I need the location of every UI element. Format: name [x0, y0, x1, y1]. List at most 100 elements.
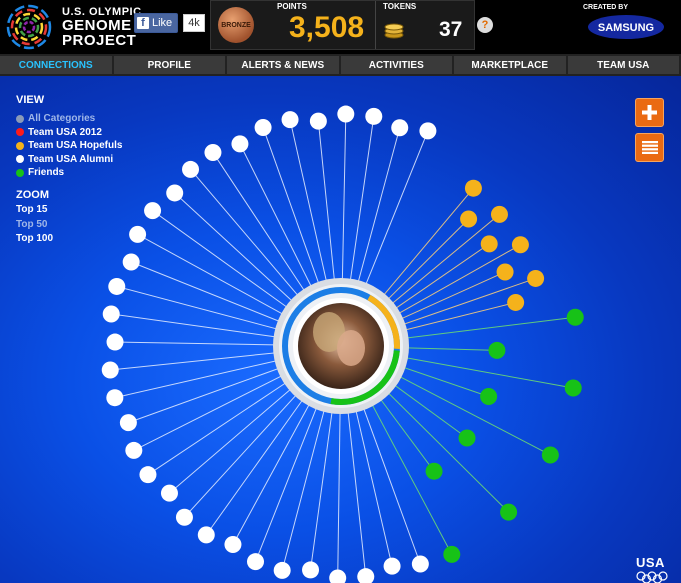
points-label: POINTS	[277, 2, 307, 11]
friend-connection-node[interactable]	[566, 308, 584, 326]
friend-connection-node[interactable]	[458, 429, 476, 447]
category-label: Team USA Hopefuls	[28, 140, 123, 152]
facebook-like: f Like 4k	[134, 13, 205, 33]
hopeful-connection-node[interactable]	[511, 236, 529, 254]
alumni-connection-node[interactable]	[106, 389, 124, 407]
alumni-connection-node[interactable]	[204, 144, 222, 162]
hopeful-connection-node[interactable]	[460, 210, 478, 228]
connection-line	[262, 127, 320, 285]
samsung-logo[interactable]: SAMSUNG	[587, 14, 665, 40]
alumni-connection-node[interactable]	[411, 555, 429, 573]
list-button[interactable]	[635, 133, 664, 162]
zoom-option[interactable]: Top 100	[16, 232, 122, 247]
friend-connection-node[interactable]	[425, 462, 443, 480]
connection-line	[114, 360, 277, 399]
alumni-connection-node[interactable]	[383, 557, 401, 575]
nav-tab-activities[interactable]: ACTIVITIES	[340, 56, 452, 74]
brand-line-2: GENOME	[62, 17, 132, 34]
nav-tab-alerts-news[interactable]: ALERTS & NEWS	[227, 56, 339, 74]
hopeful-connection-node[interactable]	[464, 179, 482, 197]
nav-tab-marketplace[interactable]: MARKETPLACE	[454, 56, 566, 74]
alumni-connection-node[interactable]	[106, 333, 124, 351]
category-filter-item[interactable]: All Categories	[16, 112, 122, 126]
alumni-connection-node[interactable]	[281, 111, 299, 129]
zoom-option[interactable]: Top 50	[16, 217, 122, 232]
connection-line	[128, 367, 280, 424]
category-label: Team USA 2012	[28, 126, 102, 138]
category-filter-item[interactable]: Friends	[16, 166, 122, 180]
category-filter-item[interactable]: Team USA Alumni	[16, 153, 122, 167]
main-nav: CONNECTIONS PROFILE ALERTS & NEWS ACTIVITIE…	[0, 54, 681, 76]
friend-connection-node[interactable]	[500, 503, 518, 521]
category-filter-item[interactable]: Team USA Hopefuls	[16, 139, 122, 153]
friend-connection-node[interactable]	[488, 341, 506, 359]
facebook-like-button[interactable]: f Like	[134, 13, 179, 33]
friend-connection-node[interactable]	[564, 379, 582, 397]
hopeful-connection-node[interactable]	[507, 293, 525, 311]
alumni-connection-node[interactable]	[365, 107, 383, 125]
alumni-connection-node[interactable]	[197, 526, 215, 544]
category-color-dot	[16, 141, 24, 150]
alumni-connection-node[interactable]	[129, 225, 147, 243]
hopeful-connection-node[interactable]	[527, 269, 545, 287]
alumni-connection-node[interactable]	[391, 119, 409, 137]
alumni-connection-node[interactable]	[357, 568, 375, 583]
alumni-connection-node[interactable]	[231, 135, 249, 153]
genome-logo-icon[interactable]	[6, 4, 52, 50]
alumni-connection-node[interactable]	[302, 561, 320, 579]
alumni-connection-node[interactable]	[309, 112, 327, 130]
friend-connection-node[interactable]	[541, 446, 559, 464]
alumni-connection-node[interactable]	[329, 569, 347, 583]
nav-tab-profile[interactable]: PROFILE	[113, 56, 225, 74]
alumni-connection-node[interactable]	[122, 253, 140, 271]
brand-line-3: PROJECT	[62, 32, 137, 49]
alumni-connection-node[interactable]	[119, 414, 137, 432]
connection-line	[399, 376, 551, 456]
alumni-connection-node[interactable]	[166, 184, 184, 202]
category-filter-item[interactable]: Team USA 2012	[16, 126, 122, 140]
alumni-connection-node[interactable]	[108, 277, 126, 295]
alumni-connection-node[interactable]	[337, 105, 355, 123]
alumni-connection-node[interactable]	[101, 361, 119, 379]
category-label: Team USA Alumni	[28, 153, 114, 165]
alumni-connection-node[interactable]	[273, 561, 291, 579]
add-button[interactable]	[635, 98, 664, 127]
connection-line	[255, 407, 318, 562]
alumni-connection-node[interactable]	[419, 122, 437, 140]
alumni-connection-node[interactable]	[102, 305, 120, 323]
profile-hub[interactable]	[273, 278, 409, 414]
hopeful-connection-node[interactable]	[480, 235, 498, 253]
facebook-like-label: Like	[152, 17, 173, 29]
alumni-connection-node[interactable]	[175, 508, 193, 526]
connection-line	[174, 192, 293, 302]
hopeful-connection-node[interactable]	[490, 205, 508, 223]
alumni-connection-node[interactable]	[160, 484, 178, 502]
samsung-logo-text: SAMSUNG	[598, 22, 654, 34]
connection-line	[357, 127, 401, 283]
connection-line	[395, 243, 490, 309]
filter-sidebar: VIEW All Categories Team USA 2012 Team USA…	[16, 94, 122, 246]
friend-connection-node[interactable]	[480, 387, 498, 405]
connections-stage: VIEW All Categories Team USA 2012 Team USA…	[0, 76, 681, 583]
nav-tab-team-usa[interactable]: TEAM USA	[567, 56, 679, 74]
list-icon	[641, 141, 658, 154]
brand-title[interactable]: U.S. OLYMPIC GENOME PROJECT	[62, 6, 142, 48]
tokens-label: TOKENS	[383, 2, 417, 11]
zoom-option[interactable]: Top 15	[16, 203, 122, 218]
alumni-connection-node[interactable]	[182, 160, 200, 178]
alumni-connection-node[interactable]	[254, 118, 272, 136]
alumni-connection-node[interactable]	[144, 202, 162, 220]
nav-tab-connections[interactable]: CONNECTIONS	[0, 56, 112, 74]
category-color-dot	[16, 128, 24, 137]
alumni-connection-node[interactable]	[125, 441, 143, 459]
alumni-connection-node[interactable]	[139, 466, 157, 484]
connection-line	[116, 285, 278, 330]
alumni-connection-node[interactable]	[224, 535, 242, 553]
alumni-connection-node[interactable]	[247, 553, 265, 571]
category-label: Friends	[28, 167, 65, 179]
connection-line	[400, 271, 506, 320]
help-button[interactable]: ?	[477, 17, 493, 33]
friend-connection-node[interactable]	[443, 545, 461, 563]
hopeful-connection-node[interactable]	[496, 263, 514, 281]
connection-line	[347, 411, 367, 577]
